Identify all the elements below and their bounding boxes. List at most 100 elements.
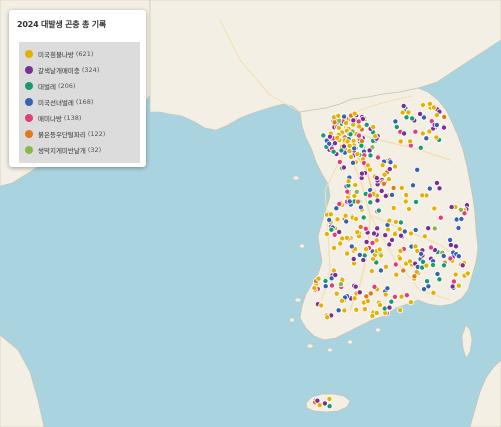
observation-point[interactable] xyxy=(358,142,365,149)
observation-point[interactable] xyxy=(419,192,426,199)
observation-point[interactable] xyxy=(423,262,430,269)
observation-point[interactable] xyxy=(433,112,440,119)
observation-point[interactable] xyxy=(417,144,424,151)
observation-point[interactable] xyxy=(334,216,341,223)
observation-point[interactable] xyxy=(412,226,419,233)
observation-point[interactable] xyxy=(340,164,347,171)
observation-point[interactable] xyxy=(430,289,437,296)
observation-point[interactable] xyxy=(449,283,456,290)
observation-point[interactable] xyxy=(452,243,459,250)
observation-point[interactable] xyxy=(425,283,432,290)
observation-point[interactable] xyxy=(409,182,416,189)
observation-point[interactable] xyxy=(447,236,454,243)
observation-point[interactable] xyxy=(370,124,377,131)
observation-point[interactable] xyxy=(353,306,360,313)
observation-point[interactable] xyxy=(324,314,331,321)
observation-point[interactable] xyxy=(333,290,340,297)
observation-point[interactable] xyxy=(421,233,428,240)
observation-point[interactable] xyxy=(327,211,334,218)
observation-point[interactable] xyxy=(354,198,361,205)
observation-point[interactable] xyxy=(368,268,375,275)
observation-point[interactable] xyxy=(425,225,432,232)
observation-point[interactable] xyxy=(452,271,459,278)
observation-point[interactable] xyxy=(345,178,352,185)
observation-point[interactable] xyxy=(336,228,343,235)
observation-point[interactable] xyxy=(398,184,405,191)
observation-point[interactable] xyxy=(427,244,434,251)
observation-point[interactable] xyxy=(431,225,438,232)
observation-point[interactable] xyxy=(363,293,370,300)
observation-point[interactable] xyxy=(406,258,413,265)
observation-point[interactable] xyxy=(352,181,359,188)
observation-point[interactable] xyxy=(450,278,457,285)
observation-point[interactable] xyxy=(384,285,391,292)
observation-point[interactable] xyxy=(388,191,395,198)
observation-point[interactable] xyxy=(353,188,360,195)
observation-point[interactable] xyxy=(363,238,370,245)
observation-point[interactable] xyxy=(431,205,438,212)
observation-point[interactable] xyxy=(315,275,322,282)
observation-point[interactable] xyxy=(393,271,400,278)
observation-point[interactable] xyxy=(390,204,397,211)
observation-point[interactable] xyxy=(334,134,341,141)
observation-point[interactable] xyxy=(418,250,425,257)
observation-point[interactable] xyxy=(366,147,373,154)
observation-point[interactable] xyxy=(358,170,365,177)
observation-point[interactable] xyxy=(437,214,444,221)
observation-point[interactable] xyxy=(337,240,344,247)
observation-point[interactable] xyxy=(355,132,362,139)
observation-point[interactable] xyxy=(349,159,356,166)
observation-point[interactable] xyxy=(377,267,384,274)
observation-point[interactable] xyxy=(392,163,399,170)
legend-item-walkingstick[interactable]: 대벌레 (206) xyxy=(25,79,75,93)
observation-point[interactable] xyxy=(350,117,357,124)
observation-point[interactable] xyxy=(357,204,364,211)
observation-point[interactable] xyxy=(390,184,397,191)
observation-point[interactable] xyxy=(405,205,412,212)
observation-point[interactable] xyxy=(360,214,367,221)
observation-point[interactable] xyxy=(397,232,404,239)
observation-point[interactable] xyxy=(417,110,424,117)
observation-point[interactable] xyxy=(342,120,349,127)
observation-point[interactable] xyxy=(363,121,370,128)
observation-point[interactable] xyxy=(401,130,408,137)
observation-point[interactable] xyxy=(336,200,343,207)
observation-point[interactable] xyxy=(440,124,447,131)
observation-point[interactable] xyxy=(356,123,363,130)
observation-point[interactable] xyxy=(426,100,433,107)
observation-point[interactable] xyxy=(424,278,431,285)
observation-point[interactable] xyxy=(385,176,392,183)
observation-point[interactable] xyxy=(392,118,399,125)
observation-point[interactable] xyxy=(337,281,344,288)
observation-point[interactable] xyxy=(326,403,333,410)
observation-point[interactable] xyxy=(399,109,406,116)
observation-point[interactable] xyxy=(409,115,416,122)
observation-point[interactable] xyxy=(343,218,350,225)
observation-point[interactable] xyxy=(347,131,354,138)
observation-point[interactable] xyxy=(350,255,357,262)
observation-point[interactable] xyxy=(338,147,345,154)
observation-point[interactable] xyxy=(322,277,329,284)
observation-point[interactable] xyxy=(341,307,348,314)
observation-point[interactable] xyxy=(436,276,443,283)
observation-point[interactable] xyxy=(386,166,393,173)
observation-point[interactable] xyxy=(363,246,370,253)
observation-point[interactable] xyxy=(386,304,393,311)
observation-point[interactable] xyxy=(378,187,385,194)
observation-point[interactable] xyxy=(346,142,353,149)
observation-point[interactable] xyxy=(419,101,426,108)
observation-point[interactable] xyxy=(382,192,389,199)
observation-point[interactable] xyxy=(346,148,353,155)
observation-point[interactable] xyxy=(378,252,385,259)
observation-point[interactable] xyxy=(447,242,454,249)
observation-point[interactable] xyxy=(341,113,348,120)
observation-point[interactable] xyxy=(343,234,350,241)
observation-point[interactable] xyxy=(392,218,399,225)
observation-point[interactable] xyxy=(316,402,323,409)
observation-point[interactable] xyxy=(403,292,410,299)
observation-point[interactable] xyxy=(397,138,404,145)
observation-point[interactable] xyxy=(403,192,410,199)
observation-point[interactable] xyxy=(311,285,318,292)
observation-point[interactable] xyxy=(344,188,351,195)
observation-point[interactable] xyxy=(396,255,403,262)
